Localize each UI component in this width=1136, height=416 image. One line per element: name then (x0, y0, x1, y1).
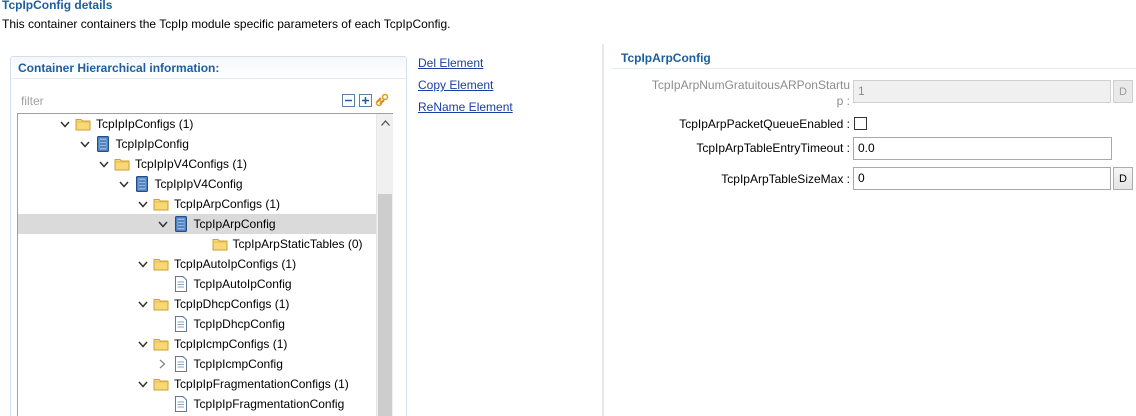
folder-icon (153, 376, 169, 392)
container-icon (95, 136, 111, 152)
tree-row[interactable]: TcpIpAutoIpConfigs (1) (18, 254, 376, 274)
tree-row[interactable]: TcpIpIpV4Config (18, 174, 376, 194)
tree-row-label: TcpIpIpFragmentationConfigs (1) (174, 377, 349, 391)
container-tree[interactable]: TcpIpIpFragmentationConfig TcpIpIpFragmen… (17, 113, 393, 416)
gratuitous-arp-label-line1: TcpIpArpNumGratuitousARPonStartu (651, 78, 850, 92)
chevron-right-icon[interactable] (156, 357, 170, 371)
tree-row-label: TcpIpDhcpConfig (193, 317, 285, 331)
tree-row-label: TcpIpIpV4Configs (1) (135, 157, 248, 171)
tree-row-label: TcpIpIcmpConfig (193, 357, 283, 371)
document-icon (173, 316, 189, 332)
folder-icon (153, 256, 169, 272)
panel-divider[interactable] (602, 44, 604, 416)
tree-row-label: TcpIpDhcpConfigs (1) (174, 297, 290, 311)
scroll-up-arrow-icon[interactable] (377, 114, 393, 131)
entry-timeout-input[interactable]: 0.0 (853, 137, 1112, 160)
tree-row-label: TcpIpAutoIpConfig (193, 277, 292, 291)
gratuitous-arp-label: TcpIpArpNumGratuitousARPonStartu p : (620, 77, 850, 109)
tree-row[interactable]: TcpIpIpConfig (18, 134, 376, 154)
tree-row[interactable]: TcpIpIcmpConfig (18, 354, 376, 374)
chevron-down-icon[interactable] (156, 217, 170, 231)
tree-row[interactable]: TcpIpIpFragmentationConfig (18, 394, 376, 414)
folder-icon (153, 296, 169, 312)
tree-row[interactable]: TcpIpDhcpConfigs (1) (18, 294, 376, 314)
chevron-down-icon[interactable] (136, 337, 150, 351)
tree-row[interactable]: TcpIpIcmpConfigs (1) (18, 334, 376, 354)
entry-timeout-label: TcpIpArpTableEntryTimeout : (696, 141, 850, 155)
collapse-all-icon[interactable] (341, 93, 355, 107)
folder-icon (114, 156, 130, 172)
tree-scrollbar[interactable] (376, 114, 393, 416)
document-icon (173, 396, 189, 412)
rename-element-link[interactable]: ReName Element (418, 100, 513, 114)
copy-element-link[interactable]: Copy Element (418, 78, 493, 92)
link-editor-icon[interactable] (375, 93, 389, 107)
folder-icon (153, 336, 169, 352)
del-element-link[interactable]: Del Element (418, 56, 483, 70)
table-size-max-label: TcpIpArpTableSizeMax : (721, 172, 850, 186)
tree-row[interactable]: TcpIpAutoIpConfig (18, 274, 376, 294)
packet-queue-label: TcpIpArpPacketQueueEnabled : (679, 117, 850, 131)
gratuitous-arp-label-line2: p : (836, 94, 850, 108)
tree-row-label: TcpIpArpConfig (193, 217, 276, 231)
chevron-down-icon[interactable] (78, 137, 92, 151)
gratuitous-arp-input[interactable]: 1 (853, 80, 1111, 103)
chevron-down-icon[interactable] (136, 377, 150, 391)
expand-all-icon[interactable] (358, 93, 372, 107)
tree-row-label: TcpIpArpConfigs (1) (174, 197, 281, 211)
page-title: TcpIpConfig details (2, 0, 113, 12)
tree-toolbar (341, 93, 389, 107)
container-icon (134, 176, 150, 192)
document-icon (173, 276, 189, 292)
panel-title: Container Hierarchical information: (18, 61, 220, 75)
tree-row[interactable]: TcpIpIpV4Configs (1) (18, 154, 376, 174)
tree-row-label: TcpIpAutoIpConfigs (1) (174, 257, 297, 271)
page-description: This container containers the TcpIp modu… (2, 17, 451, 31)
tree-row-label: TcpIpIpConfigs (1) (96, 117, 194, 131)
chevron-down-icon[interactable] (136, 197, 150, 211)
details-title: TcpIpArpConfig (621, 51, 711, 65)
chevron-down-icon[interactable] (97, 157, 111, 171)
container-hierarchy-panel: Container Hierarchical information: filt… (10, 56, 407, 416)
tree-row[interactable]: TcpIpArpConfig (18, 214, 376, 234)
chevron-down-icon[interactable] (58, 117, 72, 131)
folder-icon (75, 116, 91, 132)
details-title-underline (612, 68, 1136, 69)
scroll-thumb[interactable] (378, 194, 392, 416)
tree-row[interactable]: TcpIpIpConfigs (1) (18, 114, 376, 134)
gratuitous-arp-default-button[interactable]: D (1113, 80, 1133, 103)
table-size-max-default-button[interactable]: D (1113, 167, 1133, 190)
tree-row[interactable]: TcpIpDhcpConfig (18, 314, 376, 334)
document-icon (173, 356, 189, 372)
tree-row[interactable]: TcpIpArpStaticTables (0) (18, 234, 376, 254)
container-icon (173, 216, 189, 232)
chevron-down-icon[interactable] (136, 257, 150, 271)
tree-row-label: TcpIpIpV4Config (154, 177, 243, 191)
filter-input[interactable]: filter (21, 94, 44, 108)
folder-icon (153, 196, 169, 212)
chevron-down-icon[interactable] (136, 297, 150, 311)
tree-row[interactable]: TcpIpArpConfigs (1) (18, 194, 376, 214)
packet-queue-checkbox[interactable] (854, 117, 867, 130)
tree-row-label: TcpIpIpFragmentationConfig (193, 397, 345, 411)
tree-row[interactable]: TcpIpIpFragmentationConfigs (1) (18, 374, 376, 394)
tree-row-label: TcpIpArpStaticTables (0) (232, 237, 363, 251)
tree-row-label: TcpIpIcmpConfigs (1) (174, 337, 288, 351)
tree-row-label: TcpIpIpConfig (115, 137, 189, 151)
folder-icon (212, 236, 228, 252)
table-size-max-input[interactable]: 0 (853, 167, 1111, 190)
chevron-down-icon[interactable] (117, 177, 131, 191)
